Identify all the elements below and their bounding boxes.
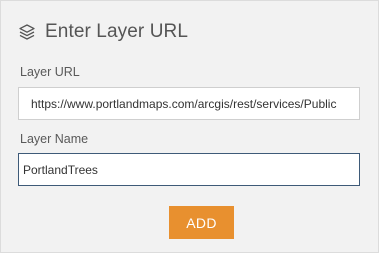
layer-name-input[interactable]	[18, 153, 360, 186]
layer-name-label: Layer Name	[20, 132, 89, 146]
layer-url-input[interactable]	[18, 87, 360, 120]
add-layer-panel: Enter Layer URL Layer URL Layer Name ADD	[0, 0, 379, 253]
panel-title: Enter Layer URL	[45, 21, 189, 42]
layers-icon	[18, 23, 36, 41]
panel-header: Enter Layer URL	[18, 18, 188, 46]
layer-url-label: Layer URL	[20, 65, 80, 79]
add-button[interactable]: ADD	[169, 206, 234, 239]
